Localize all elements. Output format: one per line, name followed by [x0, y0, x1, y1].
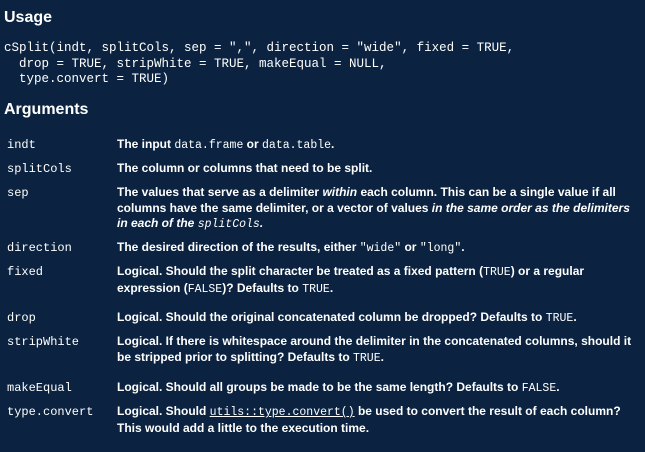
usage-code-line: drop = TRUE, stripWhite = TRUE, makeEqua… — [4, 56, 387, 71]
inline-code: splitCols — [197, 218, 260, 231]
argument-row: direction The desired direction of the re… — [0, 240, 639, 257]
argument-row: drop Logical. Should the original concate… — [0, 310, 639, 327]
argument-name: indt — [7, 138, 36, 152]
argument-description: Logical. Should the original concatenate… — [117, 310, 639, 327]
argument-row: indt The input data.frame or data.table. — [0, 137, 639, 154]
inline-code: TRUE — [302, 282, 330, 296]
description-text: . — [331, 137, 335, 151]
description-text: Logical. Should the split character be t… — [117, 264, 484, 278]
description-text: or — [243, 137, 263, 151]
description-text: . — [573, 310, 577, 324]
usage-code-line: type.convert = TRUE) — [4, 72, 170, 86]
inline-code: FALSE — [187, 282, 223, 296]
usage-heading: Usage — [4, 9, 53, 26]
argument-row: sep The values that serve as a delimiter … — [0, 185, 639, 233]
argument-description: Logical. Should all groups be made to be… — [117, 380, 639, 397]
description-text: Logical. Should the original concatenate… — [117, 310, 546, 324]
argument-row: fixed Logical. Should the split character… — [0, 264, 639, 297]
argument-name: sep — [7, 186, 29, 200]
inline-code: TRUE — [483, 266, 511, 279]
description-text: . — [329, 280, 334, 295]
argument-name: drop — [7, 311, 36, 325]
argument-description: Logical. Should utils::type.convert() be… — [117, 404, 639, 436]
description-text: The desired direction of the results, ei… — [117, 240, 360, 254]
argument-name: stripWhite — [7, 335, 80, 349]
inline-code: data.frame — [174, 139, 244, 152]
inline-code: FALSE — [521, 382, 557, 395]
emphasis-text: . — [259, 216, 264, 230]
argument-name: fixed — [7, 265, 44, 279]
argument-name: splitCols — [7, 162, 72, 176]
emphasis-text: within — [322, 185, 358, 199]
inline-code: "long" — [419, 242, 462, 255]
argument-description: The values that serve as a delimiter wit… — [117, 185, 639, 233]
argument-description: Logical. If there is whitespace around t… — [117, 334, 639, 366]
description-text: )? Defaults to — [222, 280, 303, 295]
argument-description: The desired direction of the results, ei… — [117, 240, 639, 257]
usage-code-block: cSplit(indt, splitCols, sep = ",", direc… — [4, 41, 645, 88]
inline-code: data.table — [262, 139, 332, 152]
description-text: The input — [117, 137, 175, 151]
description-text: The values that serve as a delimiter — [117, 185, 323, 199]
argument-row: splitCols The column or columns that need… — [0, 161, 639, 178]
inline-code: TRUE — [545, 312, 574, 325]
description-text: Logical. Should all groups be made to be… — [117, 380, 522, 394]
description-text: or — [401, 240, 420, 254]
inline-code: TRUE — [353, 351, 381, 365]
argument-row: type.convert Logical. Should utils::type.… — [0, 404, 639, 436]
description-text: . — [380, 349, 384, 364]
description-text: Logical. Should — [117, 404, 210, 418]
inline-code: "wide" — [359, 242, 402, 255]
argument-row: makeEqual Logical. Should all groups be m… — [0, 380, 639, 397]
function-link[interactable]: utils::type.convert() — [210, 406, 355, 419]
description-text: The column or columns that need to be sp… — [117, 161, 373, 175]
argument-row: stripWhite Logical. If there is whitespac… — [0, 334, 639, 366]
argument-name: makeEqual — [7, 381, 72, 395]
argument-description: The column or columns that need to be sp… — [117, 161, 639, 177]
description-text: . — [461, 240, 465, 254]
description-text: . — [556, 380, 560, 394]
usage-code-line: cSplit(indt, splitCols, sep = ",", direc… — [4, 41, 515, 55]
arguments-heading: Arguments — [4, 100, 89, 118]
argument-description: The input data.frame or data.table. — [117, 137, 639, 154]
argument-name: direction — [7, 241, 72, 255]
argument-description: Logical. Should the split character be t… — [117, 264, 639, 297]
argument-name: type.convert — [7, 405, 94, 419]
